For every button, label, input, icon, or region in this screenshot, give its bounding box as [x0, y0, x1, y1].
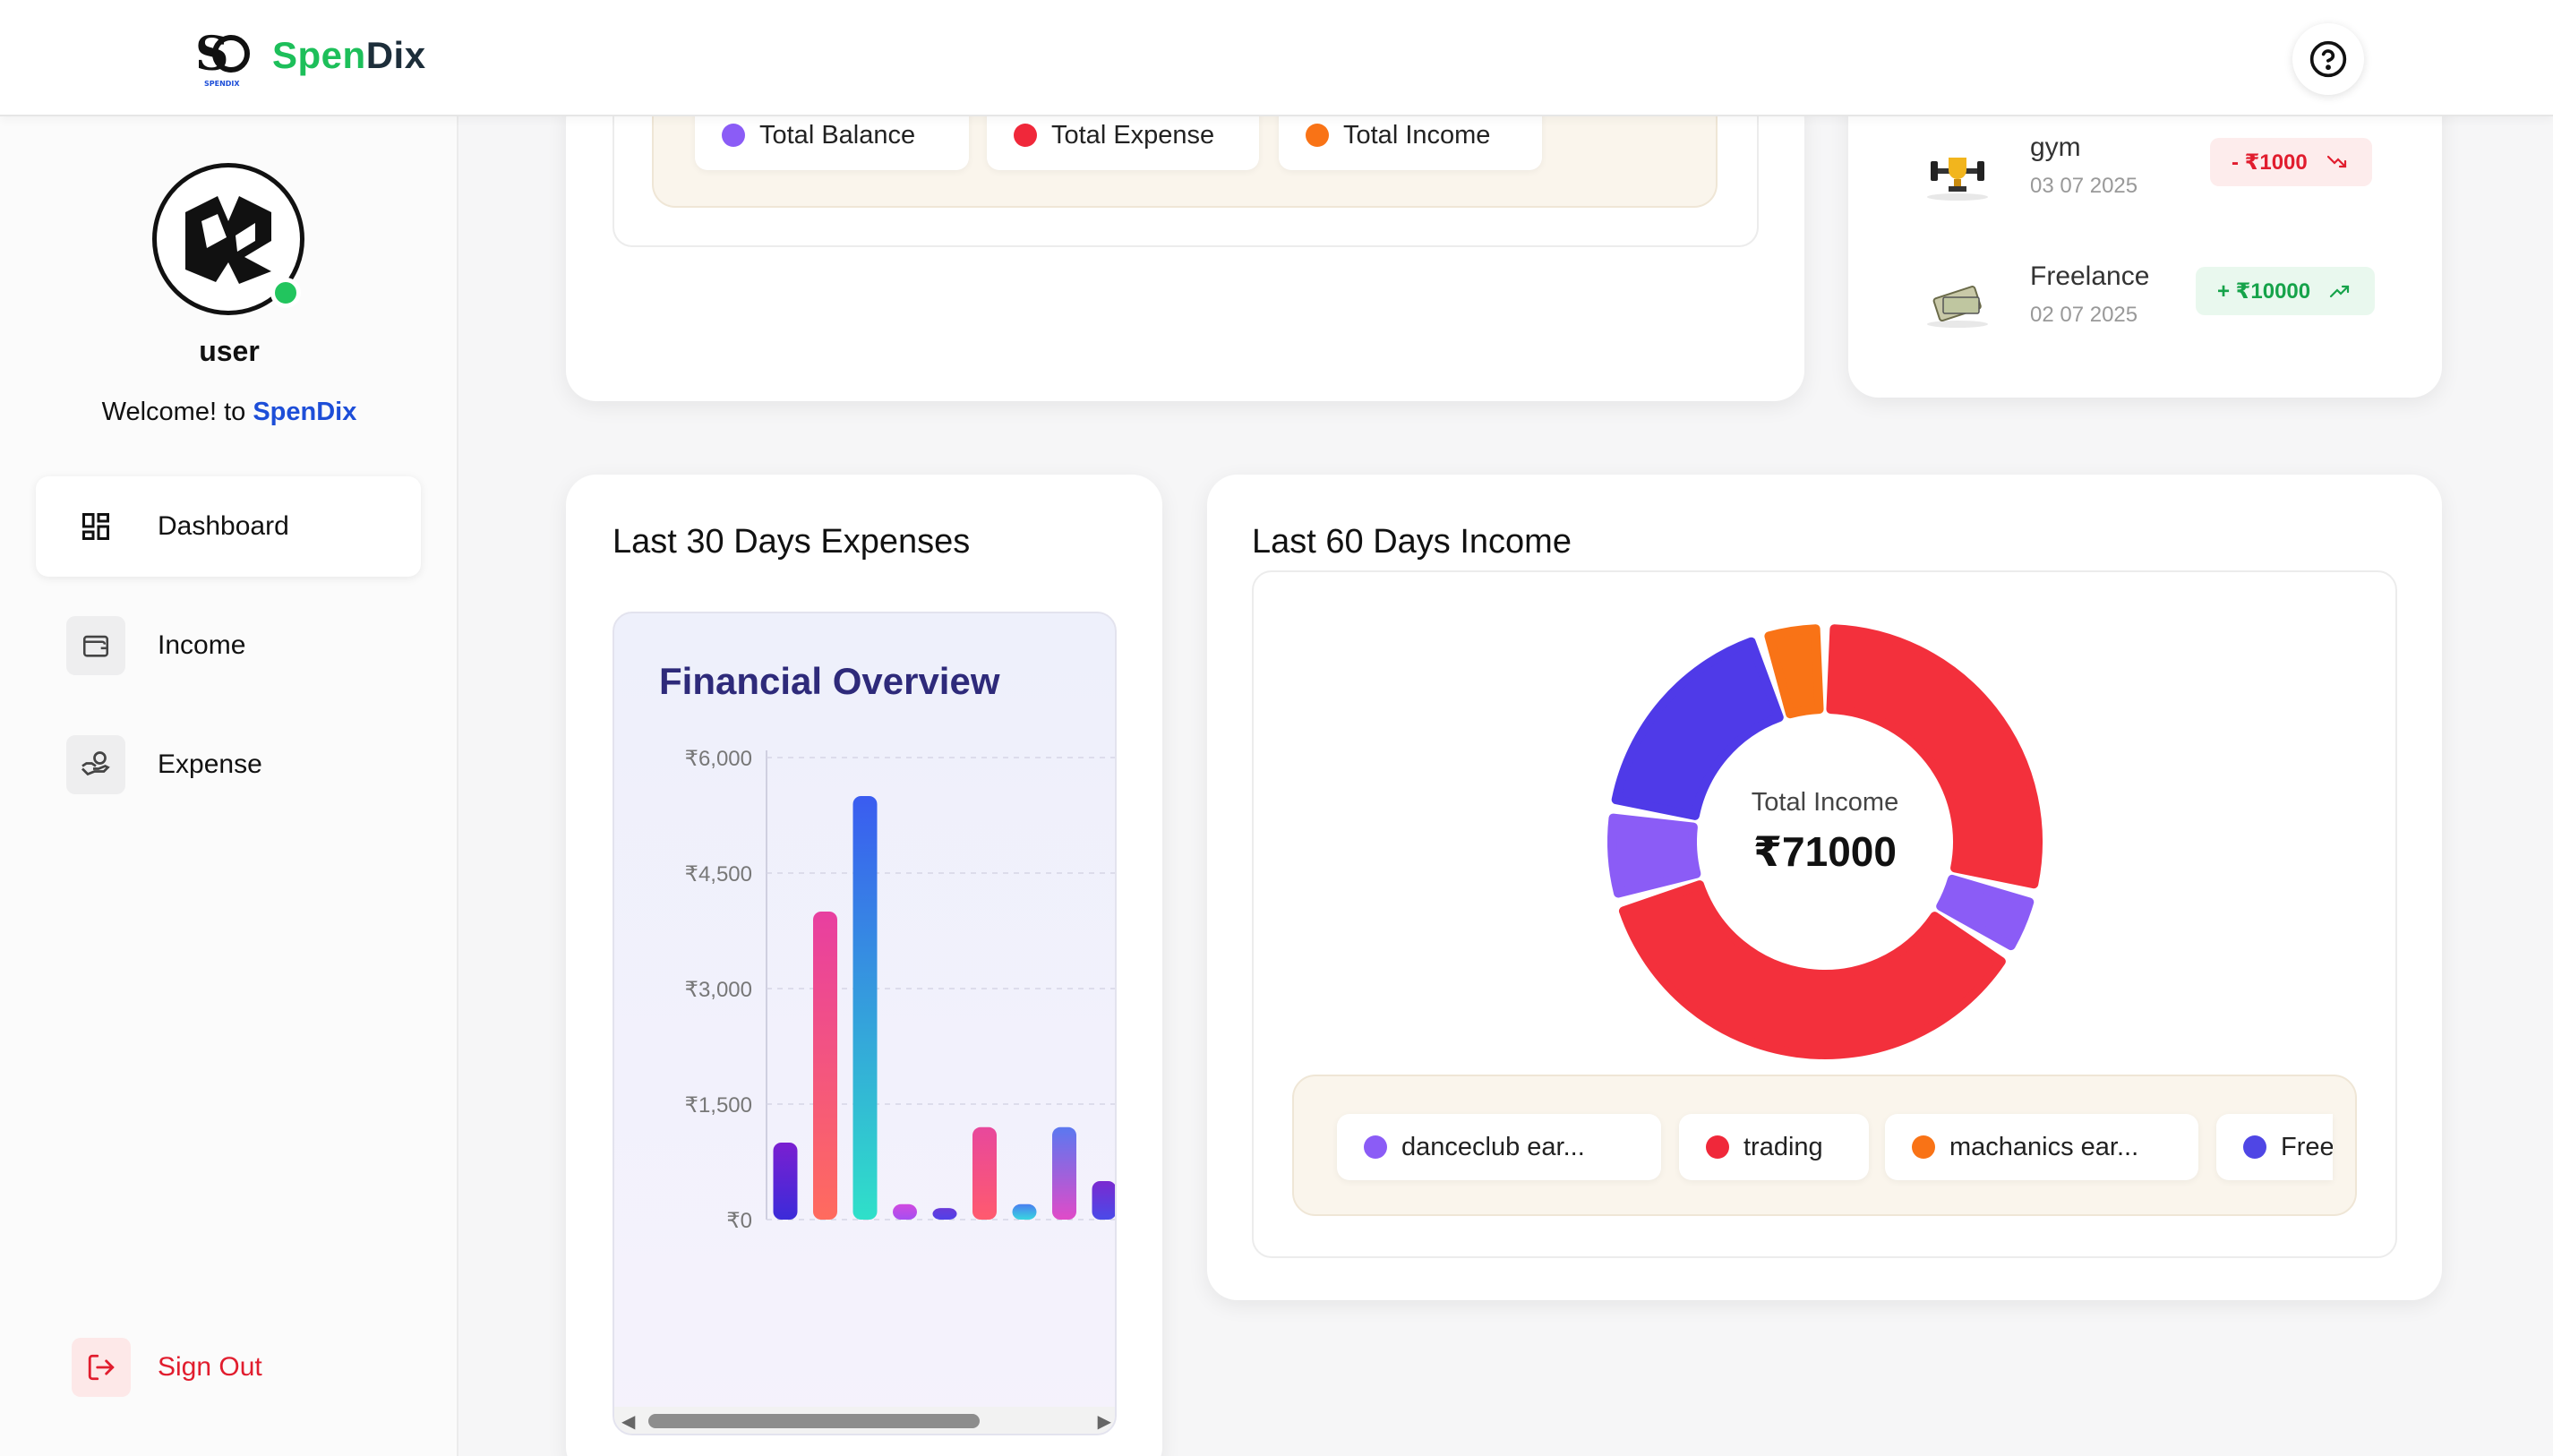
expenses-card-title: Last 30 Days Expenses: [613, 523, 971, 561]
y-tick-label: ₹6,000: [685, 747, 752, 771]
transaction-row[interactable]: gym 03 07 2025 - ₹1000: [1913, 133, 2378, 222]
bar: [1092, 1181, 1115, 1220]
svg-text:SPENDIX: SPENDIX: [204, 80, 240, 88]
y-tick-label: ₹4,500: [685, 862, 752, 886]
income-legend-strip: danceclub ear... trading machanics ear..…: [1292, 1075, 2357, 1216]
sign-out-label: Sign Out: [158, 1352, 262, 1382]
bar: [1012, 1203, 1037, 1220]
sidebar-item-label: Dashboard: [158, 511, 289, 541]
legend-dot: [1912, 1135, 1935, 1159]
bar: [932, 1208, 957, 1220]
legend-dot: [1364, 1135, 1387, 1159]
legend-freelance: Free: [2216, 1114, 2333, 1180]
sidebar: user Welcome! to SpenDix Dashboard Incom…: [0, 116, 458, 1456]
bar: [813, 912, 837, 1220]
scroll-right-arrow-icon[interactable]: ▶: [1098, 1410, 1111, 1433]
bar: [773, 1143, 798, 1220]
legend-danceclub: danceclub ear...: [1337, 1114, 1661, 1180]
app-name[interactable]: SpenDix: [272, 34, 426, 77]
legend-dot: [1014, 124, 1037, 147]
trend-up-icon: [2330, 285, 2350, 298]
sidebar-item-dashboard[interactable]: Dashboard: [36, 476, 421, 577]
help-button[interactable]: [2292, 23, 2364, 95]
bar: [972, 1126, 997, 1220]
transaction-amount-badge: + ₹10000: [2196, 267, 2376, 315]
question-circle-icon: [2309, 40, 2347, 78]
y-tick-label: ₹1,500: [685, 1093, 752, 1118]
legend-machanics: machanics ear...: [1885, 1114, 2198, 1180]
sidebar-item-expense[interactable]: Expense: [36, 715, 421, 815]
financial-overview-chart[interactable]: Financial Overview ₹0 ₹1,500 ₹3,000 ₹4,500 ₹…: [613, 612, 1117, 1435]
transaction-row[interactable]: Freelance 02 07 2025 + ₹10000: [1913, 261, 2378, 351]
bar: [1052, 1126, 1076, 1220]
legend-trading: trading: [1679, 1114, 1869, 1180]
scrollbar-thumb[interactable]: [648, 1414, 980, 1428]
transaction-name: gym: [2030, 133, 2081, 162]
transaction-date: 02 07 2025: [2030, 303, 2138, 327]
welcome-message: Welcome! to SpenDix: [101, 398, 357, 426]
sign-out-button[interactable]: Sign Out: [72, 1338, 262, 1397]
trend-down-icon: [2326, 155, 2346, 168]
chart-scrollbar[interactable]: ◀ ▶: [614, 1407, 1115, 1434]
bar: [852, 796, 878, 1220]
sidebar-item-income[interactable]: Income: [36, 595, 421, 696]
transaction-amount-badge: - ₹1000: [2210, 138, 2372, 186]
bar-chart: ₹0 ₹1,500 ₹3,000 ₹4,500 ₹6,000: [685, 747, 1115, 1233]
donut-center-value: ₹71000: [1753, 828, 1897, 875]
svg-text:S: S: [195, 27, 229, 81]
gym-trophy-icon: [1913, 140, 2002, 211]
sidebar-item-label: Expense: [158, 749, 262, 779]
transaction-name: Freelance: [2030, 261, 2150, 291]
wallet-icon: [66, 616, 125, 675]
income-card-title: Last 60 Days Income: [1252, 523, 1572, 561]
legend-dot: [1706, 1135, 1729, 1159]
y-tick-label: ₹3,000: [685, 978, 752, 1002]
bar: [893, 1203, 917, 1220]
online-status-dot: [270, 278, 301, 308]
user-avatar-logo-icon: [185, 196, 271, 284]
sidebar-item-label: Income: [158, 630, 246, 660]
legend-dot: [722, 124, 745, 147]
money-icon: [1913, 269, 2002, 340]
donut-center-label: Total Income: [1751, 788, 1899, 817]
legend-dot: [1306, 124, 1329, 147]
dashboard-grid-icon: [66, 497, 125, 556]
logout-icon: [72, 1338, 131, 1397]
top-bar: S SPENDIX SpenDix: [0, 0, 2553, 116]
spendix-logo-icon[interactable]: S SPENDIX: [193, 25, 251, 90]
y-tick-label: ₹0: [726, 1209, 752, 1233]
hand-coins-icon: [66, 735, 125, 794]
transaction-date: 03 07 2025: [2030, 174, 2138, 198]
username: user: [199, 335, 260, 367]
scroll-left-arrow-icon[interactable]: ◀: [621, 1410, 635, 1433]
legend-dot: [2243, 1135, 2266, 1159]
